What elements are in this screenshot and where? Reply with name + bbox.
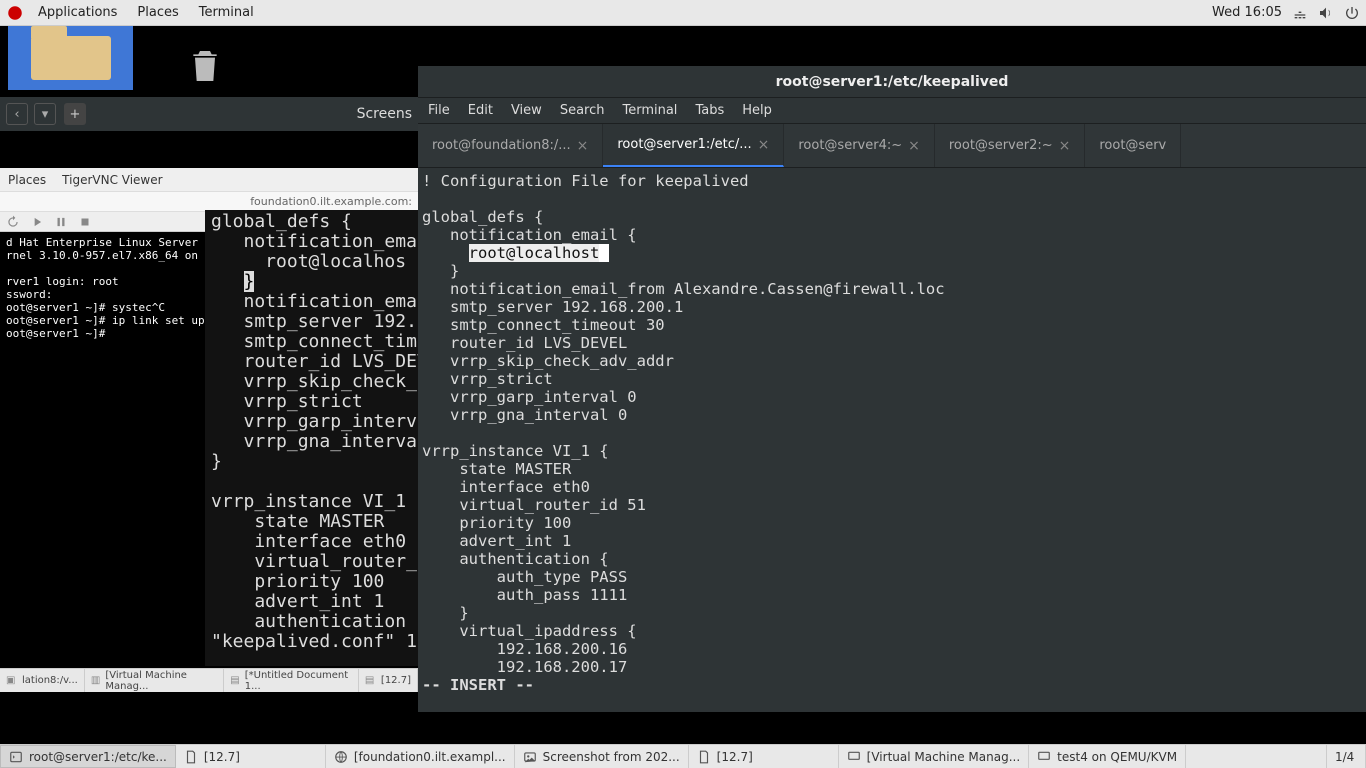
toolbar-stop-icon[interactable] [78, 215, 92, 229]
menu-file[interactable]: File [428, 103, 450, 118]
terminal-title: root@server1:/etc/keepalived [418, 66, 1366, 98]
close-icon[interactable]: × [577, 138, 589, 154]
menu-search[interactable]: Search [560, 103, 605, 118]
terminal-tab-overflow[interactable]: root@serv [1085, 124, 1181, 167]
tab-label: root@server4:~ [798, 138, 902, 153]
menu-applications[interactable]: Applications [38, 5, 117, 20]
background-editor: global_defs { notification_email root@lo… [205, 210, 420, 666]
highlighted-text: root@localhost [469, 244, 600, 262]
task-label: [12.7] [204, 750, 240, 764]
task-label: root@server1:/etc/ke... [29, 750, 167, 764]
system-tray [1292, 5, 1360, 21]
vm-icon [847, 750, 861, 764]
menu-places[interactable]: Places [137, 5, 178, 20]
vnc-titlebar: foundation0.ilt.example.com: [0, 192, 418, 212]
vim-mode-indicator: -- INSERT -- [422, 676, 534, 694]
terminal-tabbar: root@foundation8:/... × root@server1:/et… [418, 124, 1366, 168]
back-button[interactable]: ‹ [6, 103, 28, 125]
close-icon[interactable]: × [1059, 138, 1071, 154]
toolbar-pause-icon[interactable] [54, 215, 68, 229]
tab-label: root@server1:/etc/... [617, 137, 751, 152]
vm-icon: ▥ [91, 675, 102, 687]
task-label: [Virtual Machine Manag... [867, 750, 1020, 764]
terminal-tab-server2[interactable]: root@server2:~ × [935, 124, 1086, 167]
chevron-down-icon[interactable]: ▾ [34, 103, 56, 125]
clock[interactable]: Wed 16:05 [1212, 5, 1282, 20]
menu-terminal-app[interactable]: Terminal [199, 5, 254, 20]
trash-icon[interactable] [185, 44, 225, 88]
vnc-menubar: Places TigerVNC Viewer [0, 168, 418, 192]
task-test4-vm[interactable]: test4 on QEMU/KVM [1029, 745, 1186, 768]
gnome-terminal-window: root@server1:/etc/keepalived File Edit V… [418, 66, 1366, 712]
vnc-bottom-taskbar: ▣lation8:/v... ▥[Virtual Machine Manag..… [0, 668, 418, 692]
task-terminal[interactable]: root@server1:/etc/ke... [0, 745, 176, 768]
task-label: [12.7] [717, 750, 753, 764]
terminal-body[interactable]: ! Configuration File for keepalived glob… [418, 168, 1366, 712]
vnc-menu-viewer[interactable]: TigerVNC Viewer [62, 173, 162, 187]
vnc-tab-1[interactable]: ▣lation8:/v... [0, 669, 85, 692]
menu-terminal[interactable]: Terminal [622, 103, 677, 118]
vm-icon [1037, 750, 1051, 764]
task-label: Screenshot from 202... [543, 750, 680, 764]
document-icon [184, 750, 198, 764]
folder-icon [31, 36, 111, 80]
vnc-tab-3[interactable]: ▤[*Untitled Document 1... [224, 669, 359, 692]
task-virt-manager[interactable]: [Virtual Machine Manag... [839, 745, 1029, 768]
menu-edit[interactable]: Edit [468, 103, 493, 118]
task-screenshot[interactable]: Screenshot from 202... [515, 745, 689, 768]
close-icon[interactable]: × [758, 137, 770, 153]
bg-editor-cursor: } [244, 271, 255, 292]
vnc-tab-2[interactable]: ▥[Virtual Machine Manag... [85, 669, 224, 692]
task-doc1[interactable]: [12.7] [176, 745, 326, 768]
cursor [599, 244, 608, 262]
menu-tabs[interactable]: Tabs [695, 103, 724, 118]
network-icon[interactable] [1292, 5, 1308, 21]
power-icon[interactable] [1344, 5, 1360, 21]
document-icon: ▤ [365, 675, 377, 687]
task-doc2[interactable]: [12.7] [689, 745, 839, 768]
screenshot-window-header: ‹ ▾ + Screens [0, 97, 418, 131]
screenshot-title: Screens [357, 106, 418, 122]
vnc-title-text: foundation0.ilt.example.com: [250, 195, 412, 208]
task-label: test4 on QEMU/KVM [1057, 750, 1177, 764]
close-icon[interactable]: × [908, 138, 920, 154]
menu-help[interactable]: Help [742, 103, 772, 118]
terminal-tab-foundation8[interactable]: root@foundation8:/... × [418, 124, 603, 167]
volume-icon[interactable] [1318, 5, 1334, 21]
menu-view[interactable]: View [511, 103, 542, 118]
terminal-tab-server1[interactable]: root@server1:/etc/... × [603, 124, 784, 167]
workspace-label: 1/4 [1335, 750, 1354, 764]
document-icon [697, 750, 711, 764]
task-label: [foundation0.ilt.exampl... [354, 750, 506, 764]
toolbar-play-icon[interactable] [30, 215, 44, 229]
terminal-menubar: File Edit View Search Terminal Tabs Help [418, 98, 1366, 124]
image-icon [523, 750, 537, 764]
new-tab-button[interactable]: + [64, 103, 86, 125]
terminal-icon: ▣ [6, 675, 18, 687]
globe-icon [334, 750, 348, 764]
tab-label: root@foundation8:/... [432, 138, 571, 153]
redhat-logo-icon [6, 4, 24, 22]
bottom-taskbar: root@server1:/etc/ke... [12.7] [foundati… [0, 744, 1366, 768]
gnome-topbar: Applications Places Terminal Wed 16:05 [0, 0, 1366, 26]
toolbar-reload-icon[interactable] [6, 215, 20, 229]
document-icon: ▤ [230, 675, 241, 687]
workspace-switcher[interactable]: 1/4 [1326, 745, 1366, 768]
tab-label: root@serv [1099, 138, 1166, 153]
terminal-tab-server4[interactable]: root@server4:~ × [784, 124, 935, 167]
task-foundation0[interactable]: [foundation0.ilt.exampl... [326, 745, 515, 768]
vnc-tab-4[interactable]: ▤[12.7] [359, 669, 418, 692]
vnc-menu-places[interactable]: Places [8, 173, 46, 187]
terminal-icon [9, 750, 23, 764]
tab-label: root@server2:~ [949, 138, 1053, 153]
desktop-folder-window[interactable] [8, 26, 133, 90]
